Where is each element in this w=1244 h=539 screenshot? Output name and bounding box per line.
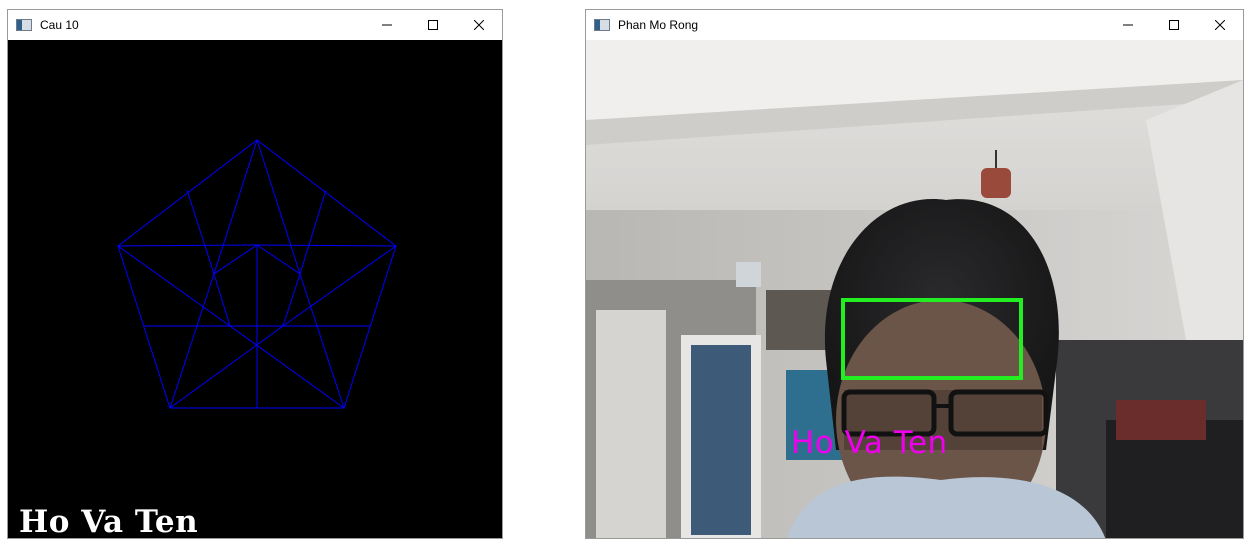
minimize-button[interactable] xyxy=(364,10,410,40)
minimize-icon xyxy=(1123,24,1133,26)
title-bar[interactable]: Cau 10 xyxy=(8,10,502,40)
title-bar[interactable]: Phan Mo Rong xyxy=(586,10,1243,40)
maximize-button[interactable] xyxy=(1151,10,1197,40)
minimize-icon xyxy=(382,24,392,26)
name-overlay-text: Ho Va Ten xyxy=(791,425,948,461)
close-icon xyxy=(474,20,484,30)
maximize-button[interactable] xyxy=(410,10,456,40)
camera-feed: Ho Va Ten xyxy=(586,40,1243,538)
name-overlay-text: Ho Va Ten xyxy=(19,504,199,538)
window-phan-mo-rong: Phan Mo Rong Ho Va Ten xyxy=(585,9,1244,539)
minimize-button[interactable] xyxy=(1105,10,1151,40)
pentagon-star-figure xyxy=(117,139,397,409)
drawing-canvas: Ho Va Ten xyxy=(8,40,502,538)
window-cau-10: Cau 10 Ho Va Ten xyxy=(7,9,503,539)
app-icon xyxy=(594,19,610,31)
close-icon xyxy=(1215,20,1225,30)
close-button[interactable] xyxy=(456,10,502,40)
window-title: Cau 10 xyxy=(40,18,79,32)
app-icon xyxy=(16,19,32,31)
webcam-frame xyxy=(586,40,1243,538)
window-title: Phan Mo Rong xyxy=(618,18,699,32)
close-button[interactable] xyxy=(1197,10,1243,40)
maximize-icon xyxy=(428,20,438,30)
face-detection-box xyxy=(841,298,1023,380)
maximize-icon xyxy=(1169,20,1179,30)
